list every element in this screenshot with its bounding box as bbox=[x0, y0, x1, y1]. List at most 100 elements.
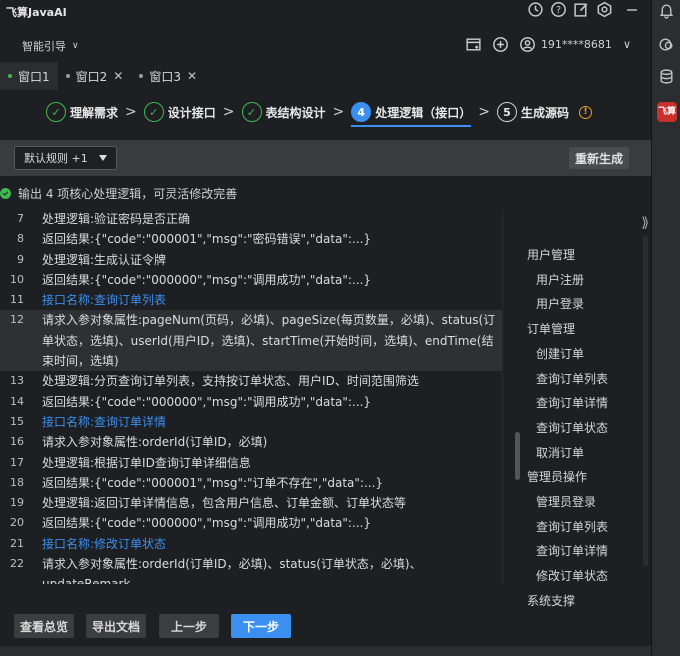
outline-item[interactable]: 查询订单详情 bbox=[536, 542, 608, 559]
feisuan-logo-icon[interactable]: 飞算 bbox=[657, 102, 677, 122]
line-number: 21 bbox=[10, 536, 24, 550]
code-line[interactable]: 18 返回结果:{"code":"000001","msg":"订单不存在","d… bbox=[0, 473, 502, 493]
close-icon[interactable]: ✕ bbox=[113, 69, 123, 83]
outline-item[interactable]: 查询订单列表 bbox=[536, 370, 608, 387]
code-line[interactable]: 15 接口名称:查询订单详情 bbox=[0, 412, 502, 432]
right-tool-strip: 飞算 bbox=[651, 0, 680, 656]
line-number: 15 bbox=[10, 414, 24, 428]
code-line[interactable]: 11 接口名称:查询订单列表 bbox=[0, 290, 502, 310]
outline-item[interactable]: 取消订单 bbox=[536, 444, 584, 461]
code-line[interactable]: 21 接口名称:修改订单状态 bbox=[0, 534, 502, 554]
help-icon[interactable]: ? bbox=[550, 1, 567, 18]
line-number: 19 bbox=[10, 496, 24, 510]
step-process-logic[interactable]: 4 处理逻辑（接口） bbox=[351, 95, 472, 129]
step-label: 理解需求 bbox=[70, 105, 119, 120]
next-step-button[interactable]: 下一步 bbox=[231, 614, 291, 638]
outline-group[interactable]: 订单管理 bbox=[527, 320, 575, 337]
outline-panel: ⟫ 用户管理用户注册用户登录订单管理创建订单查询订单列表 查询订单详情 查询订单状态… bbox=[503, 209, 651, 609]
code-line[interactable]: 14 返回结果:{"code":"000000","msg":"调用成功","da… bbox=[0, 392, 502, 412]
minimize-icon[interactable] bbox=[625, 3, 639, 17]
step-generate-code[interactable]: 5 生成源码 bbox=[497, 95, 569, 129]
outline-scrollbar[interactable] bbox=[643, 236, 648, 566]
code-line[interactable]: 7 处理逻辑:验证密码是否正确 bbox=[0, 209, 502, 229]
smart-guide-dropdown[interactable]: 智能引导 ∨ bbox=[22, 38, 79, 54]
dropdown-arrow-icon bbox=[99, 155, 107, 161]
outline-item[interactable]: 用户登录 bbox=[536, 295, 584, 312]
code-line[interactable]: 12 请求入参对象属性:pageNum(页码，必填)、pageSize(每页数量，… bbox=[0, 310, 502, 372]
tab-label: 窗口2 bbox=[75, 69, 108, 84]
status-text: 输出 4 项核心处理逻辑，可灵活修改完善 bbox=[18, 186, 238, 201]
settings-icon[interactable] bbox=[596, 1, 613, 18]
step-table-design[interactable]: ✓ 表结构设计 bbox=[241, 95, 326, 129]
code-line[interactable]: 22 请求入参对象属性:orderId(订单ID，必填)、status(订单状态，… bbox=[0, 554, 502, 584]
user-account[interactable]: 191****8681 ∨ bbox=[519, 36, 631, 53]
close-icon[interactable]: ✕ bbox=[187, 69, 197, 83]
line-text: 返回结果:{"code":"000000","msg":"调用成功","data… bbox=[42, 394, 372, 409]
code-line[interactable]: 19 处理逻辑:返回订单详情信息，包含用户信息、订单金额、订单状态等 bbox=[0, 493, 502, 513]
smart-guide-label: 智能引导 bbox=[22, 40, 66, 53]
tab-window-3[interactable]: 窗口3 ✕ bbox=[131, 62, 205, 90]
collapse-panel-icon[interactable]: ⟫ bbox=[641, 215, 649, 231]
add-icon[interactable] bbox=[492, 36, 509, 53]
outline-item[interactable]: 查询订单列表 bbox=[536, 518, 608, 535]
line-text: 返回结果:{"code":"000001","msg":"订单不存在","dat… bbox=[42, 475, 384, 490]
ai-assistant-icon[interactable] bbox=[658, 36, 675, 53]
regenerate-button[interactable]: 重新生成 bbox=[568, 147, 629, 169]
warning-icon[interactable]: ! bbox=[579, 105, 593, 119]
code-line[interactable]: 10 返回结果:{"code":"000000","msg":"调用成功","da… bbox=[0, 270, 502, 290]
line-number: 9 bbox=[17, 252, 24, 266]
success-icon bbox=[0, 187, 11, 199]
step-number: 4 bbox=[351, 102, 372, 122]
line-number: 11 bbox=[10, 293, 24, 307]
export-document-button[interactable]: 导出文档 bbox=[86, 614, 146, 638]
tab-window-1[interactable]: 窗口1 bbox=[0, 62, 58, 90]
notification-bell-icon[interactable] bbox=[658, 2, 675, 19]
dot-icon bbox=[65, 74, 70, 78]
line-text: 返回结果:{"code":"000000","msg":"调用成功","data… bbox=[42, 272, 372, 287]
code-line[interactable]: 17 处理逻辑:根据订单ID查询订单详细信息 bbox=[0, 453, 502, 473]
view-overview-button[interactable]: 查看总览 bbox=[14, 614, 74, 638]
user-phone: 191****8681 bbox=[540, 38, 612, 51]
outline-item[interactable]: 查询订单详情 bbox=[536, 394, 608, 411]
code-line[interactable]: 8 返回结果:{"code":"000001","msg":"密码错误","dat… bbox=[0, 229, 502, 249]
outline-item[interactable]: 创建订单 bbox=[536, 345, 584, 362]
previous-step-button[interactable]: 上一步 bbox=[159, 614, 219, 638]
edit-icon[interactable] bbox=[573, 1, 590, 18]
outline-item[interactable]: 管理员登录 bbox=[536, 493, 596, 510]
outline-group[interactable]: 管理员操作 bbox=[527, 468, 587, 485]
step-label: 设计接口 bbox=[167, 105, 216, 120]
rule-select[interactable]: 默认规则 +1 bbox=[14, 146, 117, 170]
tab-label: 窗口3 bbox=[149, 69, 181, 84]
line-number: 14 bbox=[10, 394, 24, 408]
outline-item[interactable]: 修改订单状态 bbox=[536, 567, 608, 584]
outline-item[interactable]: 用户注册 bbox=[536, 271, 584, 288]
line-number: 17 bbox=[10, 455, 24, 469]
outline-group[interactable]: 系统支撑 bbox=[527, 592, 575, 609]
code-line[interactable]: 20 返回结果:{"code":"000000","msg":"调用成功","da… bbox=[0, 513, 502, 533]
tab-window-2[interactable]: 窗口2 ✕ bbox=[58, 62, 132, 90]
tab-label: 窗口1 bbox=[18, 69, 50, 84]
history-icon[interactable] bbox=[527, 1, 544, 18]
editor-scrollbar-thumb[interactable] bbox=[515, 432, 520, 480]
header-actions: 191****8681 ∨ bbox=[465, 36, 631, 53]
step-design-interface[interactable]: ✓ 设计接口 bbox=[143, 95, 216, 129]
chevron-right-icon: > bbox=[125, 104, 137, 120]
line-number: 7 bbox=[17, 212, 24, 225]
line-text: 接口名称:修改订单状态 bbox=[42, 536, 167, 551]
logic-editor[interactable]: 7 处理逻辑:验证密码是否正确 8 返回结果:{"code":"000001","ms… bbox=[0, 209, 502, 584]
active-dot-icon bbox=[8, 74, 12, 78]
chevron-down-icon: ∨ bbox=[72, 41, 79, 51]
database-icon[interactable] bbox=[658, 68, 675, 85]
outline-group[interactable]: 用户管理 bbox=[527, 246, 575, 263]
line-text: 处理逻辑:返回订单详情信息，包含用户信息、订单金额、订单状态等 bbox=[42, 496, 407, 511]
step-understand-requirements[interactable]: ✓ 理解需求 bbox=[46, 95, 118, 129]
code-line[interactable]: 16 请求入参对象属性:orderId(订单ID，必填) bbox=[0, 432, 502, 452]
new-window-icon[interactable] bbox=[465, 36, 482, 53]
chevron-down-icon: ∨ bbox=[622, 38, 631, 51]
code-line[interactable]: 9 处理逻辑:生成认证令牌 bbox=[0, 250, 502, 270]
window-tabs: 窗口1 窗口2 ✕ 窗口3 ✕ bbox=[0, 62, 205, 90]
code-line[interactable]: 13 处理逻辑:分页查询订单列表，支持按订单状态、用户ID、时间范围筛选 bbox=[0, 371, 502, 391]
title-bar-icons: ? bbox=[527, 1, 639, 18]
outline-item[interactable]: 查询订单状态 bbox=[536, 419, 608, 436]
line-text: 接口名称:查询订单列表 bbox=[42, 293, 167, 308]
